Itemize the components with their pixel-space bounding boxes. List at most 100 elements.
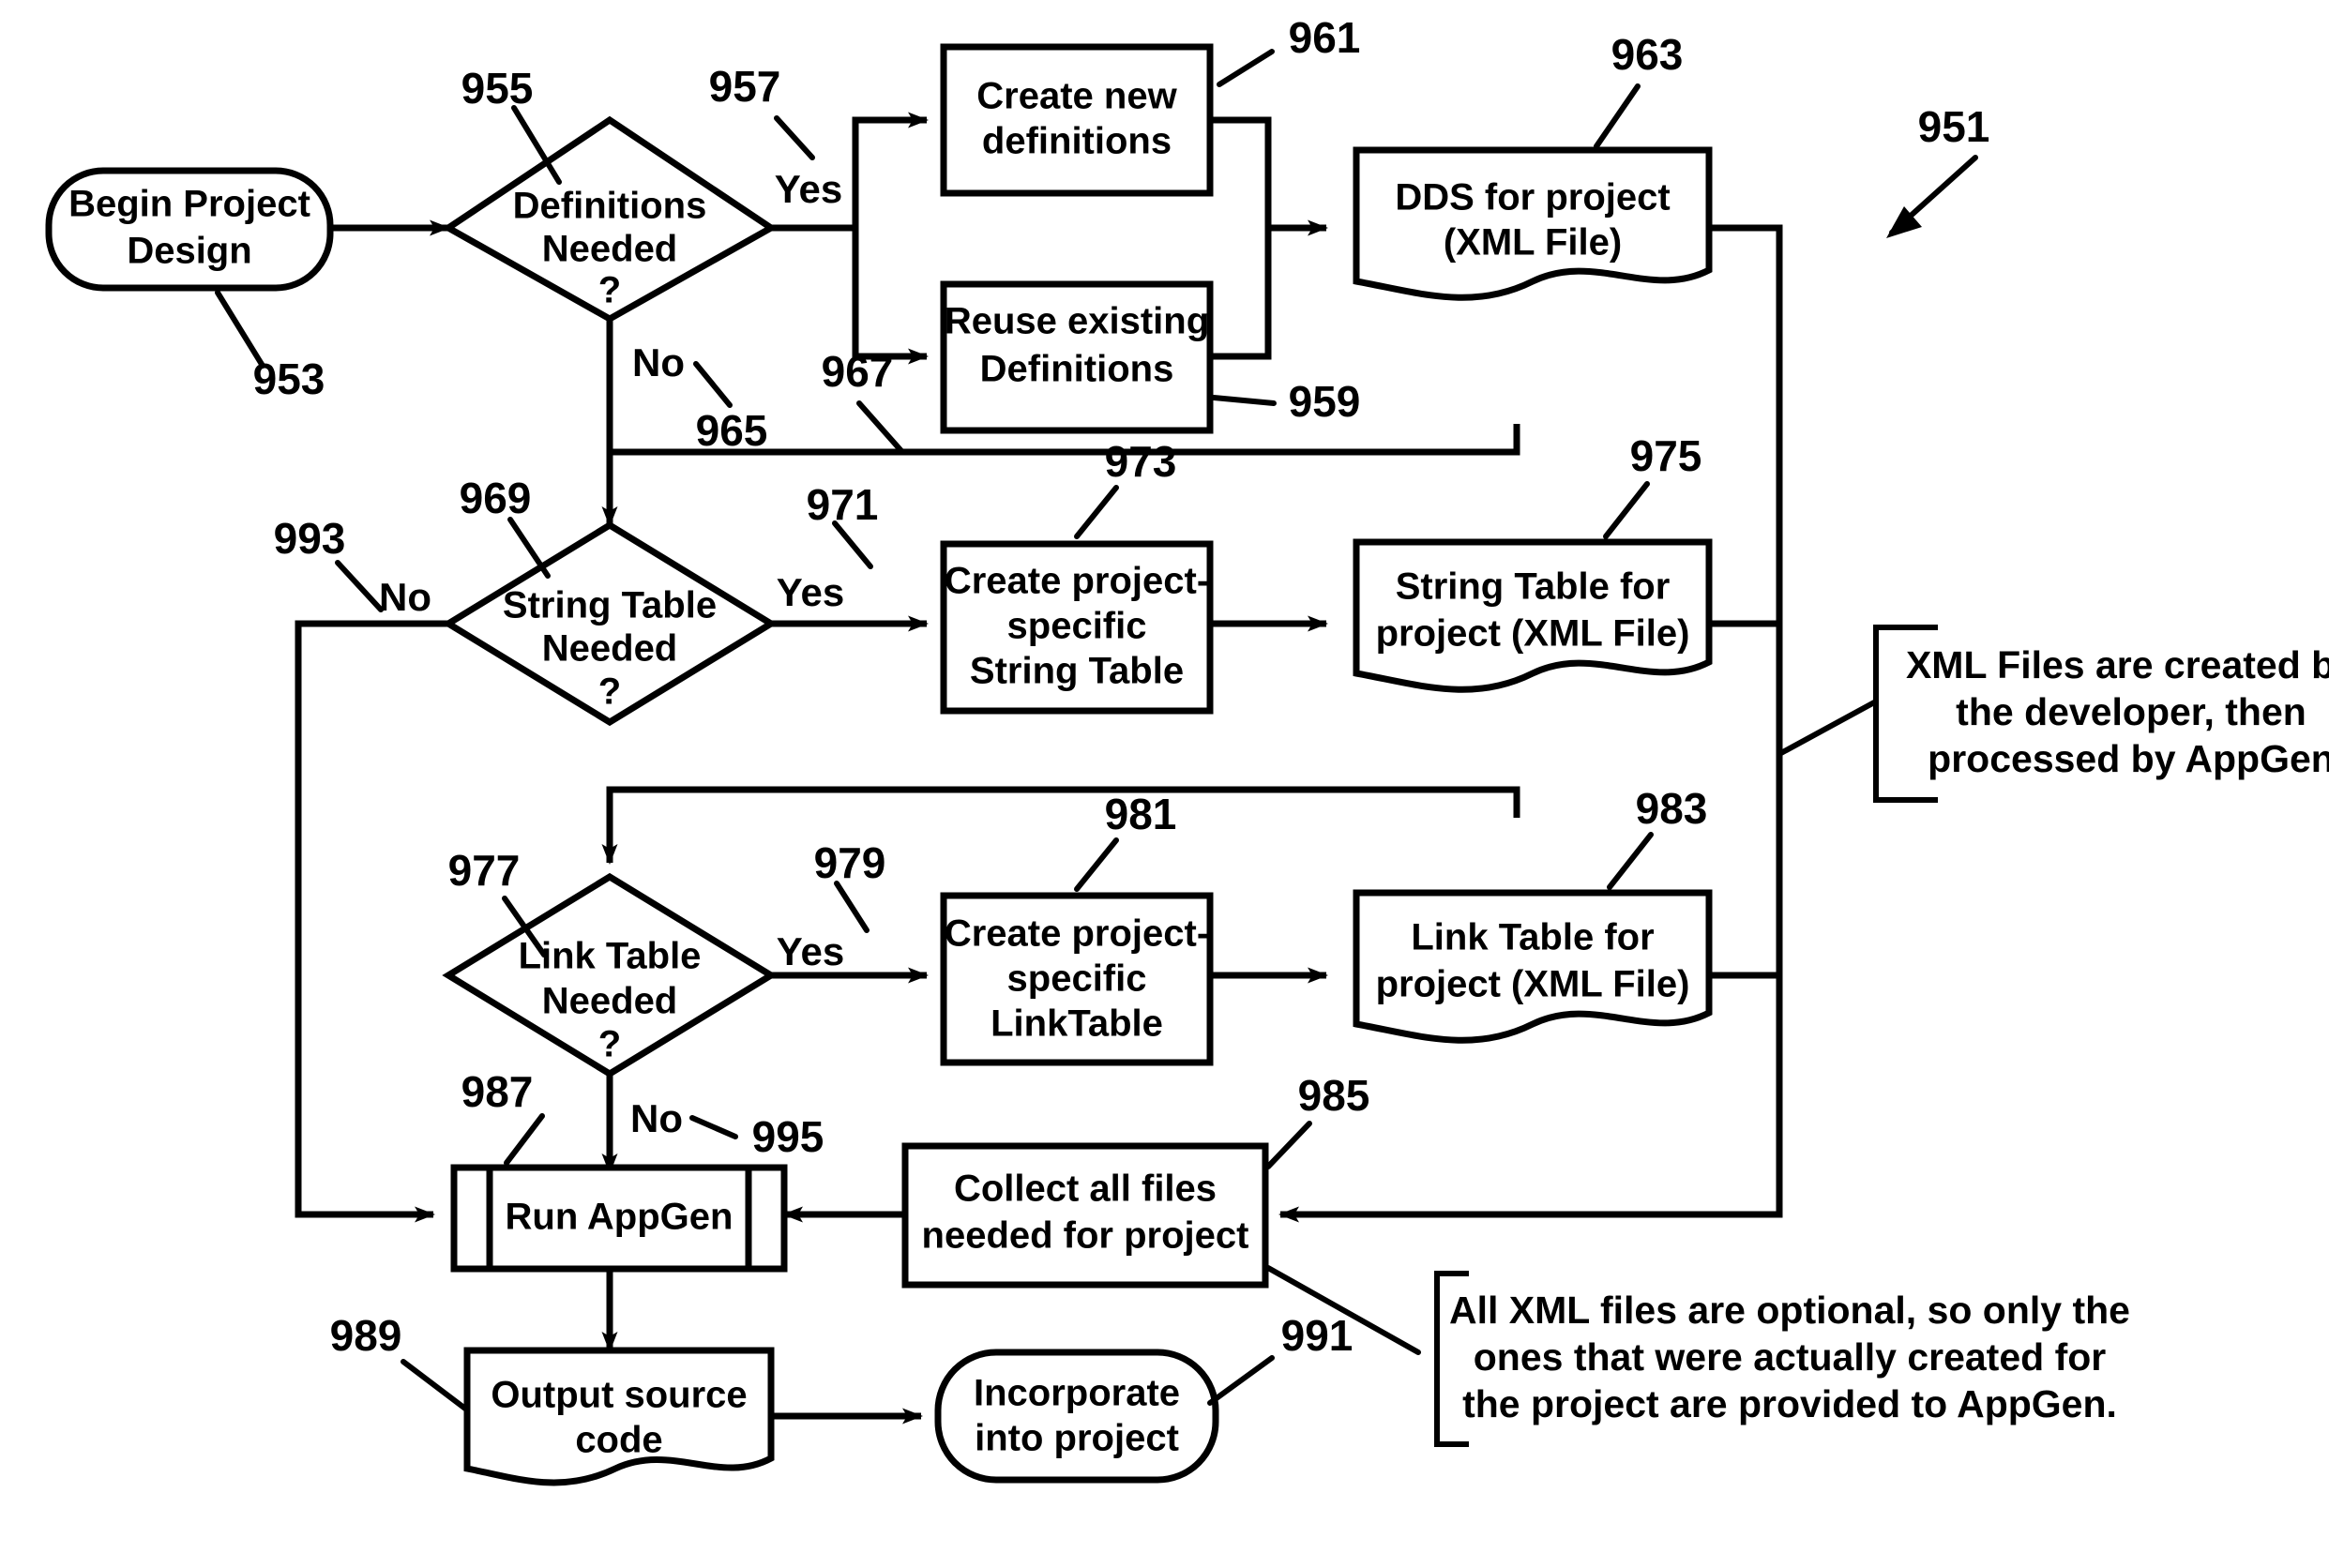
edge-label-link-yes: Yes — [777, 929, 844, 973]
edge-xml-bus-to-collect — [1278, 224, 1783, 1223]
leader-973 — [1074, 485, 1119, 539]
ref-965: 965 — [696, 406, 768, 455]
node-begin-label-1: Begin Project — [68, 184, 310, 225]
note-xml-files-created: XML Files are created by the developer, … — [1777, 625, 2329, 803]
node-reuse-defs-label-1: Reuse existing — [945, 301, 1209, 342]
node-begin-label-2: Design — [127, 231, 251, 272]
leader-993 — [335, 560, 384, 612]
note-optional-line-3: the project are provided to AppGen. — [1462, 1382, 2117, 1425]
flowchart-svg: Begin Project Design 953 Definitions Nee… — [45, 13, 2329, 1486]
leader-969 — [507, 517, 551, 579]
node-string-label-2: Needed — [542, 628, 678, 670]
leader-957 — [774, 115, 815, 160]
node-run-appgen[interactable]: Run AppGen — [450, 1164, 788, 1273]
leader-967 — [856, 400, 905, 455]
ref-959: 959 — [1289, 377, 1361, 426]
ref-987: 987 — [461, 1067, 534, 1116]
node-run-appgen-label: Run AppGen — [506, 1197, 733, 1238]
leader-963 — [1594, 83, 1641, 149]
edge-label-link-no: No — [630, 1096, 683, 1140]
node-collect-label-1: Collect all files — [954, 1168, 1217, 1210]
figure-canvas: Begin Project Design 953 Definitions Nee… — [0, 0, 2329, 1568]
note-xml-line-1: XML Files are created by — [1906, 643, 2329, 686]
ref-981: 981 — [1105, 790, 1177, 838]
ref-979: 979 — [814, 838, 886, 887]
ref-957: 957 — [709, 62, 781, 111]
node-link-label-2: Needed — [542, 981, 678, 1022]
ref-991: 991 — [1281, 1311, 1354, 1360]
node-link-table-file[interactable]: Link Table for project (XML File) — [1353, 889, 1713, 1044]
ref-971: 971 — [807, 480, 879, 529]
leader-965 — [693, 361, 733, 408]
node-create-string-label-1: Create project- — [945, 561, 1209, 602]
ref-967: 967 — [822, 347, 894, 396]
ref-995: 995 — [752, 1112, 824, 1161]
leader-981 — [1074, 837, 1119, 892]
note-xml-files-optional: All XML files are optional, so only the … — [1265, 1265, 2130, 1447]
node-incorporate-into-project[interactable]: Incorporate into project — [934, 1349, 1219, 1484]
figure-ref-951: 951 — [1886, 102, 1989, 238]
node-create-defs-label-2: definitions — [982, 121, 1172, 162]
ref-969: 969 — [460, 474, 532, 522]
node-create-defs-label-1: Create new — [976, 76, 1177, 117]
leader-note-xml — [1777, 699, 1879, 757]
ref-977: 977 — [448, 846, 521, 895]
node-dds-label-1: DDS for project — [1395, 177, 1670, 219]
note-optional-line-1: All XML files are optional, so only the — [1449, 1289, 2130, 1332]
ref-973: 973 — [1105, 437, 1177, 486]
node-defs-label-1: Definitions — [513, 186, 707, 227]
node-definitions-needed-decision[interactable]: Definitions Needed ? — [442, 115, 778, 324]
edge-label-defs-no: No — [632, 340, 685, 384]
leader-991 — [1207, 1355, 1275, 1406]
node-create-string-label-2: specific — [1007, 606, 1147, 647]
leader-989 — [401, 1359, 468, 1411]
edge-create-defs-to-dds — [1210, 116, 1328, 236]
node-begin-project-design[interactable]: Begin Project Design — [45, 167, 334, 292]
leader-983 — [1607, 832, 1654, 890]
ref-961: 961 — [1289, 13, 1361, 62]
node-reuse-defs-label-2: Definitions — [980, 349, 1174, 390]
node-create-project-specific-link-table[interactable]: Create project- specific LinkTable — [940, 892, 1214, 1066]
leader-971 — [832, 520, 873, 569]
ref-953: 953 — [253, 354, 325, 403]
ref-983: 983 — [1636, 784, 1708, 833]
node-string-table-file[interactable]: String Table for project (XML File) — [1353, 538, 1713, 693]
ref-975: 975 — [1630, 431, 1702, 480]
node-link-table-needed-decision[interactable]: Link Table Needed ? — [442, 872, 778, 1078]
node-reuse-existing-definitions[interactable]: Reuse existing Definitions — [940, 280, 1214, 434]
node-string-table-needed-decision[interactable]: String Table Needed ? — [442, 520, 778, 727]
node-output-source-code[interactable]: Output source code — [463, 1347, 775, 1486]
edge-defs-yes-to-create — [852, 112, 929, 228]
node-link-file-label-1: Link Table for — [1411, 917, 1654, 958]
edge-string-no-to-appgen — [295, 620, 448, 1223]
leader-961 — [1217, 49, 1275, 87]
node-incorporate-label-1: Incorporate — [974, 1373, 1180, 1414]
node-link-label-3: ? — [598, 1024, 621, 1065]
leader-995 — [689, 1115, 738, 1139]
node-incorporate-label-2: into project — [975, 1418, 1179, 1459]
ref-993: 993 — [274, 514, 346, 563]
node-defs-label-3: ? — [598, 270, 621, 311]
node-create-project-specific-string-table[interactable]: Create project- specific String Table — [940, 540, 1214, 715]
edge-label-defs-yes: Yes — [775, 167, 842, 211]
leader-979 — [834, 881, 870, 933]
node-create-string-label-3: String Table — [970, 651, 1184, 692]
node-string-file-label-2: project (XML File) — [1376, 613, 1690, 655]
ref-989: 989 — [330, 1311, 402, 1360]
edge-string-file-to-link-decision — [601, 786, 1520, 865]
note-xml-line-2: the developer, then — [1956, 690, 2306, 733]
leader-975 — [1603, 481, 1650, 539]
edge-label-string-yes: Yes — [777, 570, 844, 614]
leader-959 — [1211, 395, 1277, 406]
node-dds-for-project[interactable]: DDS for project (XML File) — [1353, 146, 1713, 301]
node-defs-label-2: Needed — [542, 229, 678, 270]
node-create-new-definitions[interactable]: Create new definitions — [940, 43, 1214, 197]
node-collect-all-files[interactable]: Collect all files needed for project — [901, 1142, 1269, 1289]
node-dds-label-2: (XML File) — [1444, 222, 1622, 264]
edge-reuse-defs-to-dds — [1210, 228, 1272, 360]
node-output-label-1: Output source — [491, 1375, 747, 1416]
node-link-file-label-2: project (XML File) — [1376, 964, 1690, 1005]
node-string-label-1: String Table — [503, 585, 717, 626]
node-create-link-label-3: LinkTable — [991, 1003, 1163, 1045]
edge-defs-yes-to-reuse — [852, 228, 929, 365]
